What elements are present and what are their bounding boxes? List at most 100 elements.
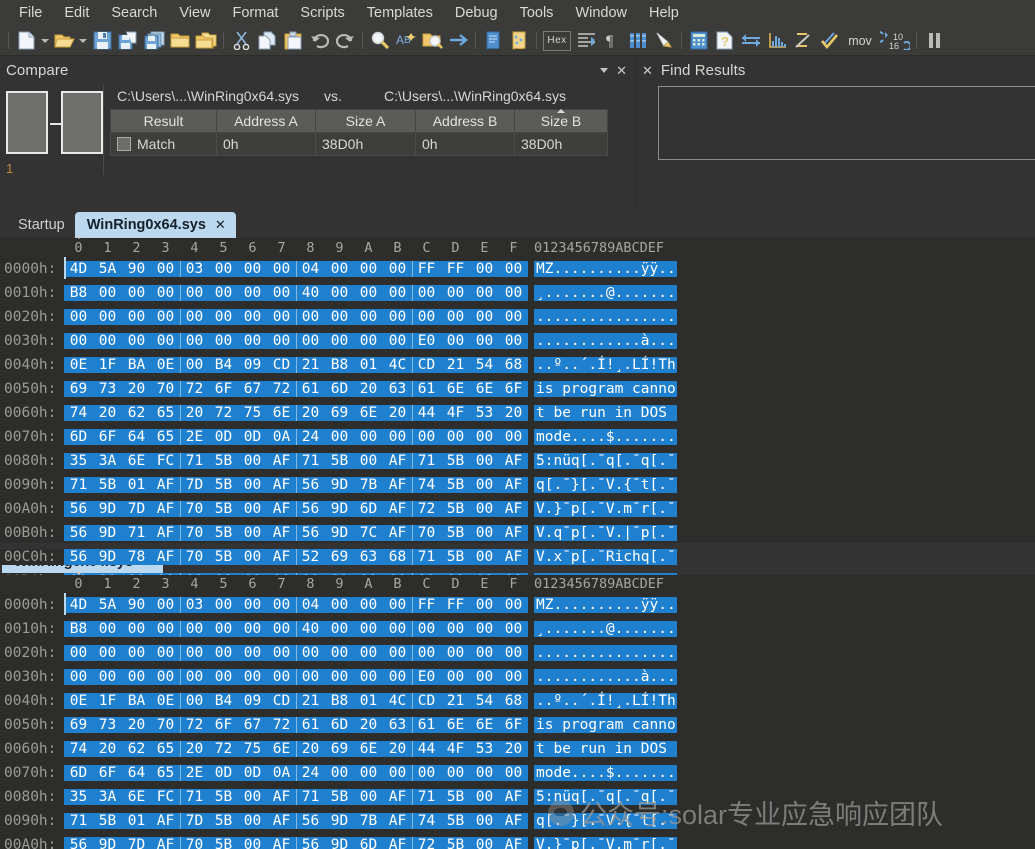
- open-file-dropdown-icon[interactable]: [77, 28, 89, 54]
- hex-row-bytes[interactable]: 74 20 62 65 20 72 75 6E 20 69 6E 20 44 4F 53 20: [64, 741, 528, 757]
- menu-item-help[interactable]: Help: [638, 2, 690, 24]
- hex-byte[interactable]: 00: [267, 261, 296, 277]
- hex-byte[interactable]: 00: [412, 645, 441, 661]
- hex-byte[interactable]: 64: [122, 429, 151, 445]
- hex-byte[interactable]: AF: [267, 525, 296, 541]
- hex-byte[interactable]: 71: [412, 789, 441, 805]
- hex-byte[interactable]: 35: [64, 453, 93, 469]
- hex-byte[interactable]: 65: [151, 405, 180, 421]
- hex-byte[interactable]: 62: [122, 741, 151, 757]
- hex-row-bytes[interactable]: 00 00 00 00 00 00 00 00 00 00 00 00 E0 00 00 00: [64, 669, 528, 685]
- hex-byte[interactable]: 00: [122, 309, 151, 325]
- hex-row[interactable]: 0060h: 74 20 62 65 20 72 75 6E 20 69 6E 20 44 4F 53 20 t …: [0, 401, 1035, 425]
- hex-row[interactable]: 00A0h: 56 9D 7D AF 70 5B 00 AF 56 9D 6D AF 72 5B 00 AF V.…: [0, 497, 1035, 521]
- save-icon[interactable]: [89, 28, 115, 54]
- hex-byte[interactable]: 00: [470, 765, 499, 781]
- hex-editor-pane-top[interactable]: 0123456789ABCDEF 0123456789ABCDEF 0000h:…: [0, 239, 1035, 589]
- hex-byte[interactable]: 69: [64, 381, 93, 397]
- hex-byte[interactable]: 00: [441, 285, 470, 301]
- menu-item-search[interactable]: Search: [100, 2, 168, 24]
- hex-byte[interactable]: 00: [238, 501, 267, 517]
- hex-byte[interactable]: 9D: [325, 837, 354, 849]
- hex-row-ascii[interactable]: q[.¯}[.¯V.{¯t[.¯: [534, 813, 677, 829]
- hex-row-ascii[interactable]: is program canno: [534, 381, 677, 397]
- hex-byte[interactable]: 00: [470, 837, 499, 849]
- hex-byte[interactable]: 5B: [209, 501, 238, 517]
- hex-byte[interactable]: 68: [383, 549, 412, 565]
- hex-byte[interactable]: 72: [180, 381, 209, 397]
- compare-col-address-b[interactable]: Address B: [415, 109, 515, 133]
- hex-byte[interactable]: 72: [267, 717, 296, 733]
- hex-byte[interactable]: 6D: [64, 429, 93, 445]
- hex-byte[interactable]: 70: [180, 525, 209, 541]
- hex-byte[interactable]: AF: [267, 453, 296, 469]
- hex-byte[interactable]: 00: [325, 429, 354, 445]
- hex-byte[interactable]: AF: [267, 789, 296, 805]
- hex-byte[interactable]: 44: [412, 405, 441, 421]
- hex-byte[interactable]: 00: [470, 549, 499, 565]
- hex-byte[interactable]: CD: [412, 357, 441, 373]
- hex-byte[interactable]: 21: [296, 357, 325, 373]
- hex-row-bytes[interactable]: 6D 6F 64 65 2E 0D 0D 0A 24 00 00 00 00 00 00 00: [64, 765, 528, 781]
- hex-byte[interactable]: 00: [180, 669, 209, 685]
- hex-byte[interactable]: 6D: [64, 765, 93, 781]
- hex-byte[interactable]: 00: [267, 597, 296, 613]
- goto-icon[interactable]: [445, 28, 471, 54]
- hex-byte[interactable]: 56: [64, 525, 93, 541]
- hex-row[interactable]: 0080h: 35 3A 6E FC 71 5B 00 AF 71 5B 00 AF 71 5B 00 AF 5:…: [0, 785, 1035, 809]
- hex-byte[interactable]: 00: [209, 645, 238, 661]
- hex-byte[interactable]: 00: [267, 645, 296, 661]
- hex-byte[interactable]: 00: [64, 669, 93, 685]
- hex-byte[interactable]: 65: [151, 429, 180, 445]
- hex-byte[interactable]: 74: [64, 405, 93, 421]
- hex-byte[interactable]: 00: [325, 333, 354, 349]
- hex-byte[interactable]: CD: [267, 357, 296, 373]
- inspector-icon[interactable]: ?: [712, 28, 738, 54]
- hex-row-bytes[interactable]: 74 20 62 65 20 72 75 6E 20 69 6E 20 44 4F 53 20: [64, 405, 528, 421]
- hex-byte[interactable]: AF: [383, 813, 412, 829]
- hex-byte[interactable]: 6F: [499, 717, 528, 733]
- hex-byte[interactable]: 00: [499, 261, 528, 277]
- hex-row-bytes[interactable]: 69 73 20 70 72 6F 67 72 61 6D 20 63 61 6E 6E 6F: [64, 381, 528, 397]
- hex-byte[interactable]: 72: [209, 741, 238, 757]
- hex-byte[interactable]: 00: [238, 789, 267, 805]
- hex-byte[interactable]: 00: [93, 669, 122, 685]
- hex-byte[interactable]: 00: [296, 645, 325, 661]
- hex-byte[interactable]: 00: [151, 309, 180, 325]
- hex-byte[interactable]: AF: [499, 525, 528, 541]
- find-in-files-icon[interactable]: [419, 28, 445, 54]
- hex-byte[interactable]: 00: [151, 285, 180, 301]
- hex-row[interactable]: 0010h: B8 00 00 00 00 00 00 00 40 00 00 00 00 00 00 00 ¸.…: [0, 281, 1035, 305]
- hex-byte[interactable]: 61: [296, 717, 325, 733]
- hex-byte[interactable]: 00: [151, 333, 180, 349]
- hex-byte[interactable]: 04: [296, 261, 325, 277]
- hex-byte[interactable]: 00: [93, 309, 122, 325]
- hex-byte[interactable]: 71: [296, 453, 325, 469]
- hex-byte[interactable]: 00: [296, 309, 325, 325]
- hex-byte[interactable]: 0D: [238, 429, 267, 445]
- hex-byte[interactable]: 68: [499, 693, 528, 709]
- hex-byte[interactable]: 00: [354, 789, 383, 805]
- hex-byte[interactable]: 9D: [325, 525, 354, 541]
- hex-row-ascii[interactable]: V.}¯p[.¯V.m¯r[.¯: [534, 837, 677, 849]
- hex-byte[interactable]: AF: [499, 813, 528, 829]
- hex-byte[interactable]: 74: [412, 813, 441, 829]
- menu-item-window[interactable]: Window: [564, 2, 638, 24]
- hex-byte[interactable]: 63: [383, 381, 412, 397]
- hex-byte[interactable]: 67: [238, 381, 267, 397]
- checksum-icon[interactable]: [790, 28, 816, 54]
- hex-byte[interactable]: AF: [151, 525, 180, 541]
- hex-byte[interactable]: 00: [180, 693, 209, 709]
- hex-byte[interactable]: 6E: [441, 717, 470, 733]
- find-results-list[interactable]: [658, 86, 1035, 160]
- hex-byte[interactable]: 2E: [180, 765, 209, 781]
- hex-byte[interactable]: CD: [267, 693, 296, 709]
- hex-byte[interactable]: 00: [470, 645, 499, 661]
- hex-byte[interactable]: 74: [412, 477, 441, 493]
- hex-byte[interactable]: AF: [383, 525, 412, 541]
- hex-byte[interactable]: 00: [499, 285, 528, 301]
- hex-byte[interactable]: 00: [499, 597, 528, 613]
- hex-byte[interactable]: 78: [122, 549, 151, 565]
- hex-byte[interactable]: 5B: [441, 813, 470, 829]
- hex-row[interactable]: 0080h: 35 3A 6E FC 71 5B 00 AF 71 5B 00 AF 71 5B 00 AF 5:…: [0, 449, 1035, 473]
